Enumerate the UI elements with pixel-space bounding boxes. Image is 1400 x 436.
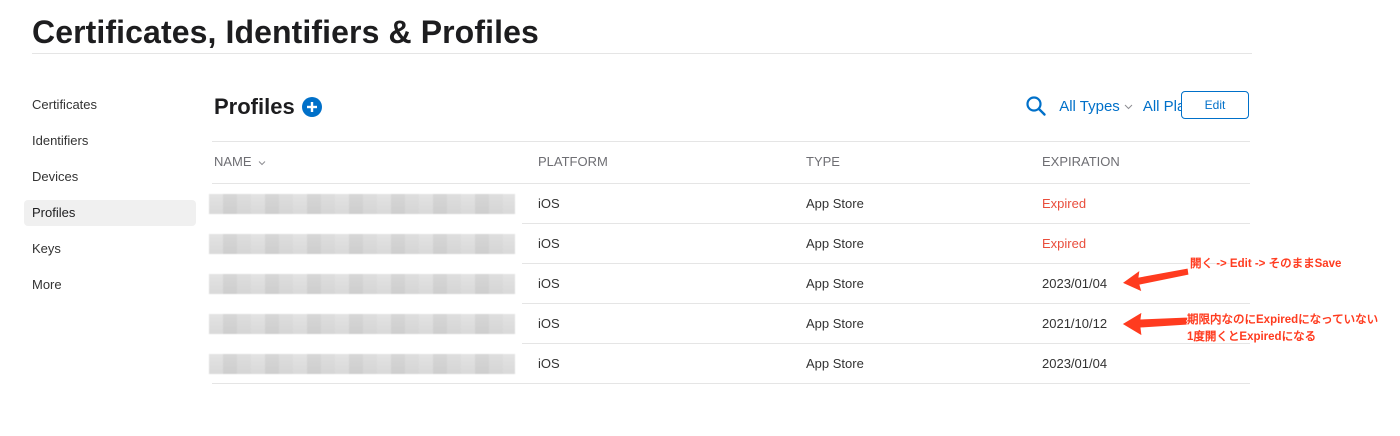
- row-expiration: Expired: [1042, 236, 1087, 251]
- sidebar-item-profiles[interactable]: Profiles: [24, 200, 196, 226]
- row-platform: iOS: [538, 316, 560, 331]
- redacted-name: [209, 234, 515, 254]
- row-platform: iOS: [538, 356, 560, 371]
- profiles-table: NAME PLATFORM TYPE EXPIRATION iOS App St…: [209, 141, 1250, 384]
- table-row[interactable]: iOS App Store Expired: [209, 224, 1250, 264]
- annotation-note: 開く -> Edit -> そのままSave: [1190, 258, 1342, 270]
- column-header-expiration: EXPIRATION: [1042, 154, 1120, 169]
- row-type: App Store: [806, 356, 864, 371]
- plus-circle-icon[interactable]: [301, 97, 322, 117]
- search-icon[interactable]: [1025, 95, 1047, 117]
- redacted-name: [209, 194, 515, 214]
- column-header-name[interactable]: NAME: [214, 142, 266, 182]
- row-type: App Store: [806, 316, 864, 331]
- annotation-note: 期限内なのにExpiredになっていない: [1187, 314, 1379, 326]
- page-title: Certificates, Identifiers & Profiles: [32, 14, 539, 50]
- row-platform: iOS: [538, 196, 560, 211]
- redacted-name: [209, 314, 515, 334]
- section-title: Profiles: [214, 94, 295, 119]
- table-row[interactable]: iOS App Store 2023/01/04: [209, 344, 1250, 384]
- row-expiration: 2023/01/04: [1042, 356, 1108, 371]
- row-expiration: 2023/01/04: [1042, 276, 1108, 291]
- column-header-name-label: NAME: [214, 154, 252, 169]
- chevron-down-icon: [1124, 104, 1133, 109]
- all-types-label: All Types: [1059, 97, 1120, 115]
- all-types-filter[interactable]: All Types: [1059, 98, 1133, 115]
- sidebar-item-certificates[interactable]: Certificates: [24, 92, 196, 118]
- edit-button[interactable]: Edit: [1181, 91, 1249, 119]
- table-row[interactable]: iOS App Store 2021/10/12: [209, 304, 1250, 344]
- section-header: Profiles: [214, 94, 322, 120]
- redacted-name: [209, 354, 515, 374]
- sidebar-item-identifiers[interactable]: Identifiers: [24, 128, 196, 154]
- sidebar: Certificates Identifiers Devices Profile…: [24, 92, 196, 308]
- table-row[interactable]: iOS App Store 2023/01/04: [209, 264, 1250, 304]
- row-expiration: Expired: [1042, 196, 1087, 211]
- annotation-note: 1度開くとExpiredになる: [1187, 331, 1317, 343]
- chevron-down-icon: [258, 160, 266, 165]
- column-header-platform: PLATFORM: [538, 154, 608, 169]
- row-divider: [212, 383, 1250, 384]
- sidebar-item-more[interactable]: More: [24, 272, 196, 298]
- row-platform: iOS: [538, 276, 560, 291]
- row-type: App Store: [806, 196, 864, 211]
- title-divider: [32, 53, 1252, 54]
- table-row[interactable]: iOS App Store Expired: [209, 184, 1250, 224]
- row-type: App Store: [806, 236, 864, 251]
- table-header: NAME PLATFORM TYPE EXPIRATION: [212, 141, 1250, 184]
- row-platform: iOS: [538, 236, 560, 251]
- sidebar-item-keys[interactable]: Keys: [24, 236, 196, 262]
- sidebar-item-devices[interactable]: Devices: [24, 164, 196, 190]
- column-header-type: TYPE: [806, 154, 840, 169]
- redacted-name: [209, 274, 515, 294]
- row-expiration: 2021/10/12: [1042, 316, 1108, 331]
- row-type: App Store: [806, 276, 864, 291]
